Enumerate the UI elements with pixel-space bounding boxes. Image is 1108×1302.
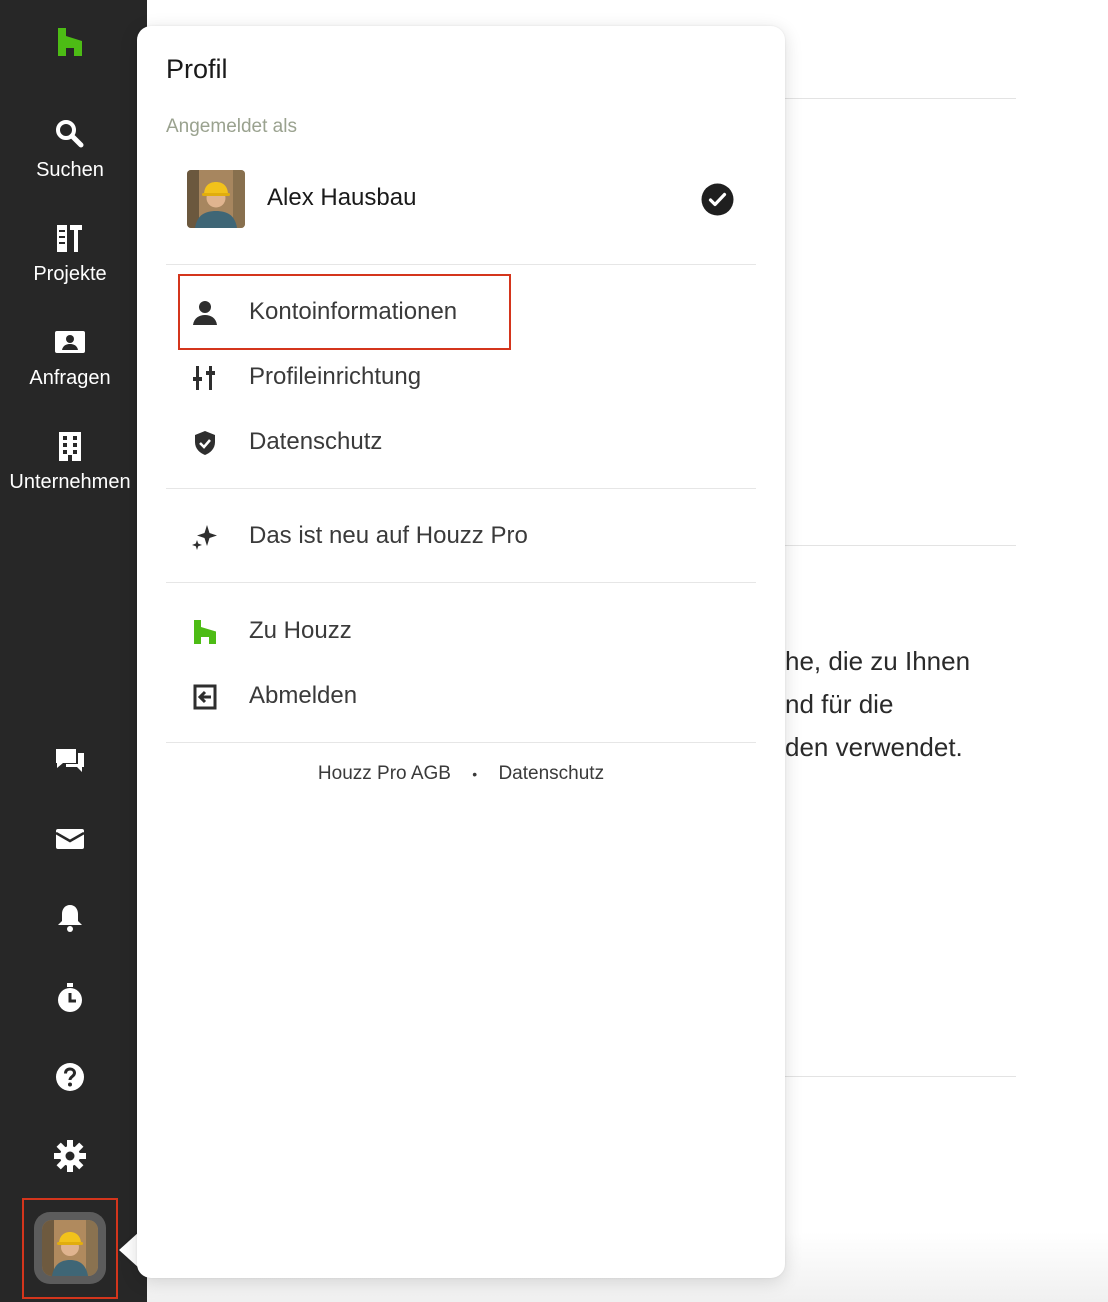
signed-in-label: Angemeldet als — [166, 116, 297, 137]
building-icon — [54, 430, 86, 462]
separator: • — [472, 765, 478, 782]
footer-links: Houzz Pro AGB • Datenschutz — [137, 763, 785, 785]
projects-icon — [54, 222, 86, 254]
chat-icon[interactable] — [50, 739, 90, 779]
divider — [166, 264, 756, 265]
menu-item-label: Kontoinformationen — [249, 298, 458, 325]
sidebar-item-label: Suchen — [36, 159, 104, 181]
sidebar-item-requests[interactable]: Anfragen — [0, 326, 140, 390]
profile-avatar-button[interactable] — [34, 1212, 106, 1284]
mail-icon[interactable] — [50, 819, 90, 859]
divider — [785, 1076, 1016, 1077]
divider — [166, 582, 756, 583]
menu-item-label: Zu Houzz — [249, 617, 352, 644]
account-row[interactable]: Alex Hausbau — [187, 170, 735, 228]
menu-item-to-houzz[interactable]: Zu Houzz — [178, 601, 578, 661]
bell-icon[interactable] — [50, 898, 90, 938]
sidebar-item-label: Unternehmen — [9, 471, 131, 493]
search-icon — [54, 118, 86, 150]
menu-item-account-info[interactable]: Kontoinformationen — [178, 282, 578, 342]
divider — [166, 488, 756, 489]
sidebar-item-search[interactable]: Suchen — [0, 118, 140, 182]
background-text: den verwendet. — [785, 732, 963, 762]
menu-item-label: Abmelden — [249, 682, 358, 709]
background-text: nd für die — [785, 689, 894, 719]
profile-highlight — [22, 1198, 118, 1299]
timer-icon[interactable] — [50, 978, 90, 1018]
sparkle-icon — [190, 522, 220, 552]
menu-item-profile-setup[interactable]: Profileinrichtung — [178, 347, 578, 407]
tools-icon — [190, 363, 220, 393]
sidebar: Suchen Projekte Anfragen Unternehmen — [0, 0, 147, 1302]
sidebar-item-projects[interactable]: Projekte — [0, 222, 140, 286]
menu-item-label: Das ist neu auf Houzz Pro — [249, 522, 528, 549]
privacy-link[interactable]: Datenschutz — [498, 763, 604, 784]
menu-item-label: Datenschutz — [249, 428, 383, 455]
popover-pointer — [119, 1232, 139, 1268]
gear-icon[interactable] — [50, 1136, 90, 1176]
divider — [166, 742, 756, 743]
page-title: Profil — [166, 54, 228, 84]
menu-item-privacy[interactable]: Datenschutz — [178, 412, 578, 472]
houzz-logo-icon — [190, 617, 220, 647]
user-name: Alex Hausbau — [267, 184, 417, 211]
shield-icon — [190, 428, 220, 458]
menu-item-logout[interactable]: Abmelden — [178, 666, 578, 726]
profile-menu: Profil Angemeldet als Alex Hausbau Konto… — [137, 26, 785, 1278]
logout-icon — [190, 682, 220, 712]
background-text: he, die zu Ihnen — [785, 646, 971, 676]
help-icon[interactable] — [50, 1057, 90, 1097]
avatar — [187, 170, 245, 228]
sidebar-item-label: Projekte — [33, 263, 107, 285]
menu-item-whats-new[interactable]: Das ist neu auf Houzz Pro — [178, 506, 578, 566]
menu-item-label: Profileinrichtung — [249, 363, 422, 390]
inbox-contact-icon — [54, 326, 86, 358]
person-icon — [190, 298, 220, 328]
houzz-logo-icon[interactable] — [56, 26, 84, 56]
divider — [785, 545, 1016, 546]
terms-link[interactable]: Houzz Pro AGB — [318, 763, 451, 784]
checkmark-icon — [701, 183, 734, 216]
divider — [785, 98, 1016, 99]
sidebar-item-label: Anfragen — [29, 367, 111, 389]
avatar — [42, 1220, 98, 1276]
sidebar-item-company[interactable]: Unternehmen — [0, 430, 140, 494]
